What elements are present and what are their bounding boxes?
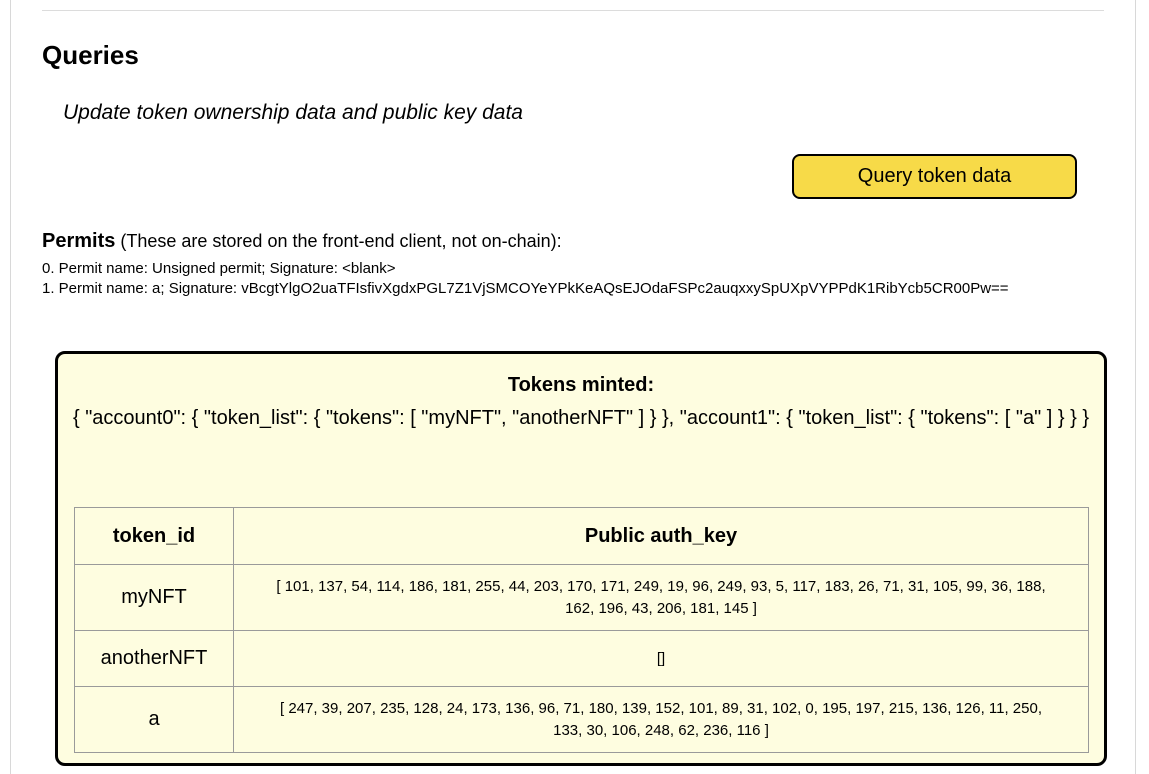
auth-key-cell: [ 247, 39, 207, 235, 128, 24, 173, 136, … [233, 686, 1089, 753]
permits-note: (These are stored on the front-end clien… [115, 231, 562, 251]
table-header-row: token_id Public auth_key [74, 507, 1089, 565]
auth-key-cell: [ 101, 137, 54, 114, 186, 181, 255, 44, … [233, 564, 1089, 631]
permit-item: 1. Permit name: a; Signature: vBcgtYlgO2… [42, 280, 1009, 297]
section-divider [42, 10, 1104, 11]
token-id-cell: a [74, 686, 234, 753]
column-header-token-id: token_id [74, 507, 234, 565]
table-row: a [ 247, 39, 207, 235, 128, 24, 173, 136… [74, 686, 1089, 753]
tokens-minted-json: { "account0": { "token_list": { "tokens"… [72, 407, 1090, 429]
tokens-minted-title: Tokens minted: [507, 374, 655, 396]
permits-label: Permits [42, 230, 116, 252]
token-id-cell: anotherNFT [74, 630, 234, 687]
permit-item: 0. Permit name: Unsigned permit; Signatu… [42, 260, 396, 277]
query-token-data-button[interactable]: Query token data [792, 154, 1077, 199]
queries-subtitle: Update token ownership data and public k… [63, 101, 523, 124]
column-header-auth-key: Public auth_key [233, 507, 1089, 565]
token-id-cell: myNFT [74, 564, 234, 631]
permits-heading: Permits (These are stored on the front-e… [42, 230, 562, 253]
tokens-minted-panel: Tokens minted: { "account0": { "token_li… [55, 351, 1107, 766]
table-row: myNFT [ 101, 137, 54, 114, 186, 181, 255… [74, 564, 1089, 631]
auth-key-cell: [] [233, 630, 1089, 687]
auth-key-table: token_id Public auth_key myNFT [ 101, 13… [74, 507, 1089, 753]
table-row: anotherNFT [] [74, 630, 1089, 687]
queries-title: Queries [42, 40, 139, 70]
permit-list: 0. Permit name: Unsigned permit; Signatu… [42, 259, 1009, 299]
